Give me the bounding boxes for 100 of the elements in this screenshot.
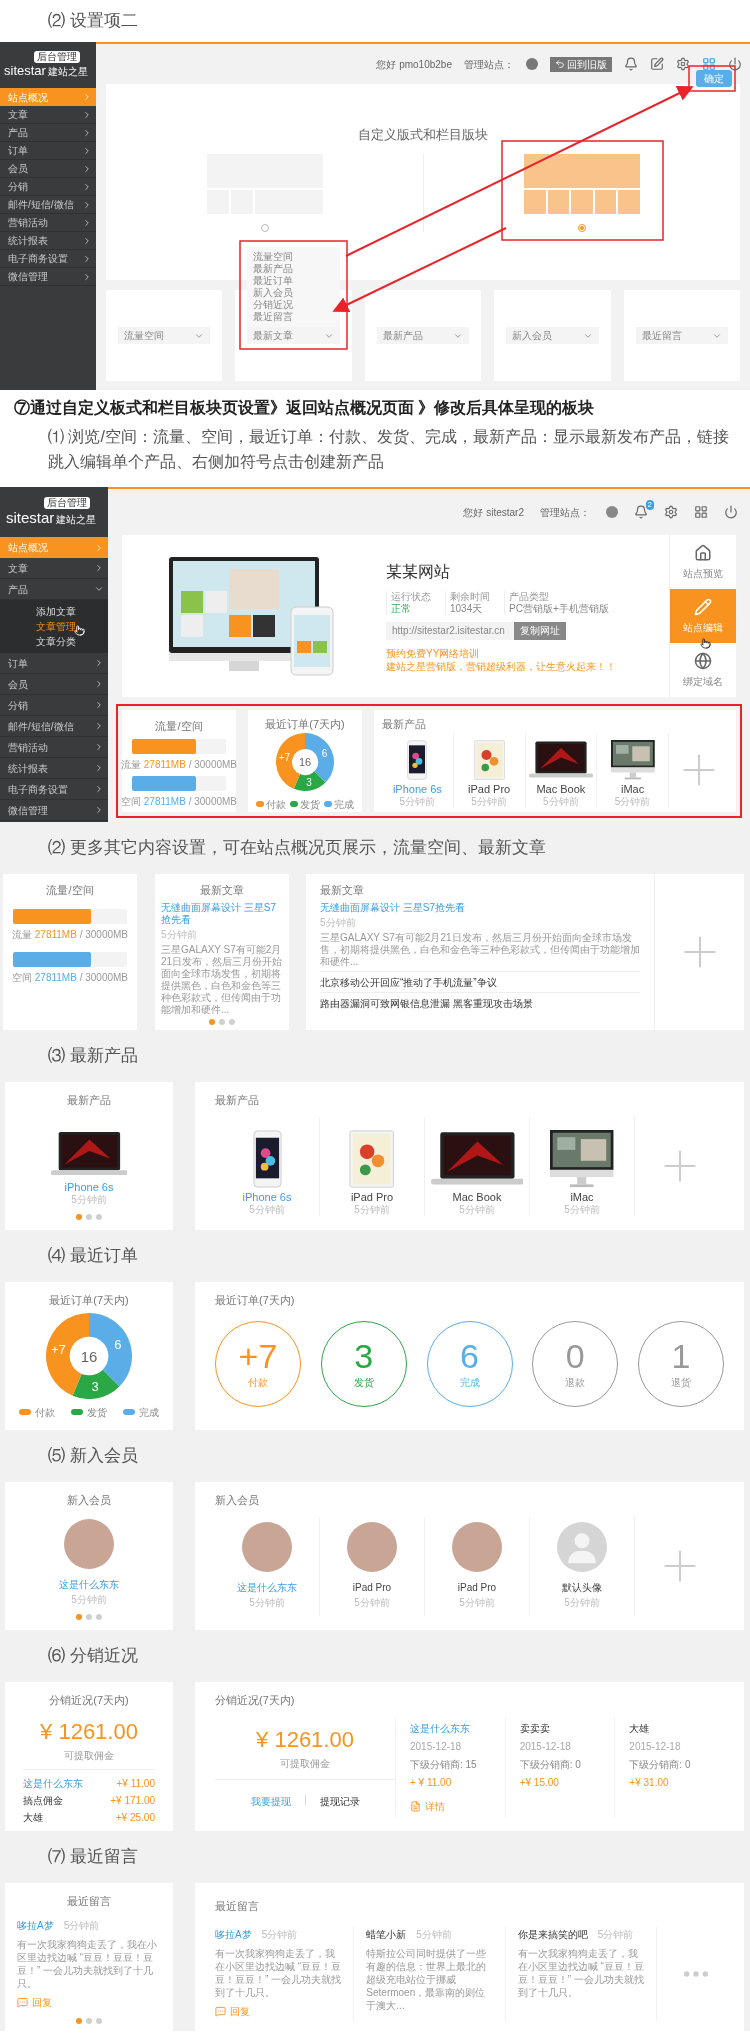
- card-title: 分销近况(7天内): [49, 1693, 129, 1708]
- block-select[interactable]: 最近留言: [635, 327, 729, 344]
- message-time: 5分钟前: [597, 1928, 634, 1942]
- commission-value: +¥ 171.00: [110, 1793, 155, 1808]
- article-link[interactable]: 路由器漏洞可致网银信息泄漏 黑客重现攻击场景: [320, 991, 640, 1010]
- legend-label: 完成: [139, 1405, 159, 1420]
- counter-label: 退货: [671, 1376, 691, 1390]
- pencil-icon: [694, 597, 712, 616]
- sidebar-item[interactable]: 会员: [0, 160, 96, 178]
- submenu-item[interactable]: 文章管理: [0, 619, 76, 634]
- author-name[interactable]: 蜡笔小新: [366, 1927, 407, 1942]
- distributor-name[interactable]: 大雄: [629, 1720, 724, 1736]
- sidebar-item[interactable]: 电子商务设置: [0, 779, 108, 800]
- chevron-right-icon: [82, 217, 92, 228]
- counter-value: +7: [238, 1337, 278, 1375]
- old-version-button[interactable]: 回到旧版: [550, 56, 612, 72]
- distributor-name[interactable]: 卖卖卖: [519, 1720, 615, 1736]
- comment-icon: [215, 2006, 226, 2017]
- legend-label: 付款: [266, 797, 286, 812]
- block-select[interactable]: 流量空间: [118, 327, 211, 344]
- site-action-button[interactable]: 站点预览: [670, 535, 736, 589]
- article-summary: 三星GALAXY S7有可能2月21日发布，然后三月份开始面向全球市场发售，初期将提供黑色，白色和金色等三种色彩款式，但传闻由于功能增加和硬件...: [320, 931, 640, 968]
- section-heading: ⑶ 最新产品: [48, 1045, 138, 1068]
- product-name[interactable]: Mac Book: [536, 783, 586, 796]
- edit-icon[interactable]: [650, 57, 664, 71]
- product-name[interactable]: Mac Book: [452, 1191, 502, 1204]
- dropdown-option[interactable]: 最近留言: [247, 311, 340, 323]
- settings-icon[interactable]: [664, 505, 678, 519]
- sidebar-item[interactable]: 电子商务设置: [0, 250, 96, 268]
- sidebar-item[interactable]: 营销活动: [0, 214, 96, 232]
- counter-label: 完成: [459, 1376, 480, 1390]
- sidebar-item[interactable]: 会员: [0, 674, 108, 695]
- sidebar-item[interactable]: 统计报表: [0, 232, 96, 250]
- card-title: 最近订单(7天内): [265, 717, 345, 732]
- block-select[interactable]: 最新产品: [376, 327, 470, 344]
- meter-reading: 流量 27811MB / 30000MB: [121, 757, 237, 772]
- sidebar-item[interactable]: 统计报表: [0, 758, 108, 779]
- member-name[interactable]: iPad Pro: [457, 1580, 497, 1596]
- power-icon[interactable]: [728, 57, 742, 71]
- layout-radio[interactable]: [578, 224, 586, 232]
- member-name[interactable]: 默认头像: [562, 1580, 602, 1596]
- settings-icon[interactable]: [676, 57, 690, 71]
- grid-icon[interactable]: [694, 505, 708, 519]
- dropdown-option[interactable]: 最近订单: [247, 275, 340, 287]
- logo-wordmark: sitestar: [4, 63, 46, 79]
- card-title: 最近留言: [215, 1900, 259, 1912]
- product-name[interactable]: iMac: [570, 1191, 594, 1204]
- power-icon[interactable]: [724, 505, 738, 519]
- grid-icon[interactable]: [702, 57, 716, 71]
- block-select[interactable]: 最新文章: [247, 327, 340, 344]
- site-icon[interactable]: [526, 58, 538, 70]
- dropdown-option[interactable]: 新入会员: [247, 287, 340, 299]
- dropdown-option[interactable]: 流量空间: [247, 251, 340, 263]
- site-icon[interactable]: [606, 506, 618, 518]
- sidebar-item[interactable]: 分销: [0, 178, 96, 196]
- hand-cursor-icon: [74, 625, 85, 636]
- bell-icon[interactable]: [624, 57, 638, 71]
- meter-reading: 空间 27811MB / 30000MB: [12, 970, 128, 985]
- card-title: 分销近况(7天内): [215, 1693, 296, 1708]
- sidebar-item[interactable]: 文章: [0, 106, 96, 124]
- member-name[interactable]: iPad Pro: [352, 1580, 392, 1596]
- dropdown-option[interactable]: 最新产品: [247, 263, 340, 275]
- sidebar-item[interactable]: 订单: [0, 142, 96, 160]
- sidebar-item[interactable]: 文章: [0, 558, 108, 579]
- commission-amount: ¥ 1261.00: [40, 1717, 138, 1746]
- product-name[interactable]: iPad Pro: [350, 1191, 394, 1204]
- withdraw-history-link[interactable]: 提现记录: [319, 1793, 360, 1809]
- sidebar-item[interactable]: 邮件/短信/微信: [0, 716, 108, 737]
- distributor-count: 下级分销商: 15: [410, 1757, 478, 1772]
- sidebar-item[interactable]: 分销: [0, 695, 108, 716]
- donut-center-value: 16: [298, 755, 312, 768]
- layout-thumbnail[interactable]: [524, 154, 640, 214]
- distributor-count: 下级分销商: 0: [629, 1757, 692, 1772]
- author-name[interactable]: 你是来搞笑的吧: [517, 1927, 588, 1942]
- stat-value: 正常: [391, 602, 412, 615]
- sidebar-item[interactable]: 营销活动: [0, 737, 108, 758]
- slice-label: +7: [51, 1341, 66, 1357]
- sidebar-item[interactable]: 微信管理: [0, 800, 108, 821]
- article-link[interactable]: 北京移动公开回应“推动了手机流量”争议: [320, 970, 640, 989]
- sidebar-item[interactable]: 订单: [0, 653, 108, 674]
- product-name[interactable]: iMac: [621, 783, 645, 796]
- product-name[interactable]: iPad Pro: [468, 783, 511, 796]
- submenu-item[interactable]: 添加文章: [0, 604, 76, 619]
- distributor-name[interactable]: 大雄: [23, 1809, 43, 1825]
- sidebar-item[interactable]: 邮件/短信/微信: [0, 196, 96, 214]
- sidebar-item[interactable]: 产品: [0, 124, 96, 142]
- dropdown-option[interactable]: 分销近况: [247, 299, 340, 311]
- avatar-photo-placeholder: [242, 1522, 292, 1573]
- distributor-name[interactable]: 搞点佣金: [23, 1792, 63, 1808]
- sidebar-item[interactable]: 微信管理: [0, 268, 96, 286]
- chevron-down-icon: [94, 584, 104, 594]
- bell-icon[interactable]: [634, 505, 648, 519]
- chevron-right-icon: [94, 700, 104, 710]
- stat-label: 产品类型: [509, 590, 550, 603]
- card-title: 流量/空间: [46, 883, 94, 898]
- site-name: 某某网站: [386, 561, 451, 582]
- submenu-item[interactable]: 文章分类: [0, 634, 76, 649]
- site-action-button[interactable]: 绑定域名: [670, 643, 736, 697]
- copy-url-button[interactable]: 复制网址: [514, 621, 566, 640]
- logo-badge: 后台管理: [34, 51, 80, 63]
